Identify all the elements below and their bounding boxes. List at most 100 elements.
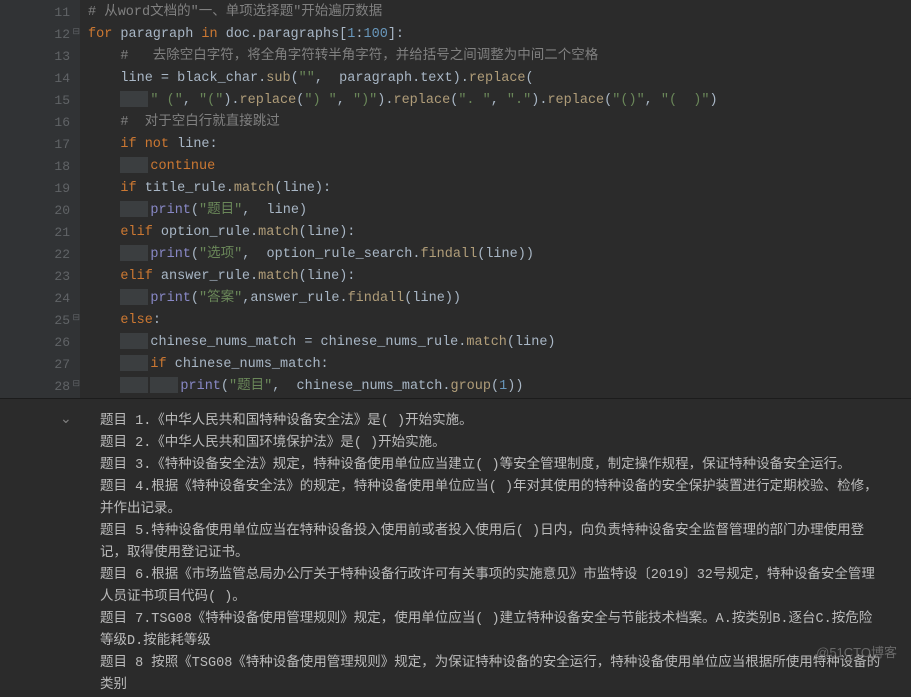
token-string: ")" — [353, 93, 377, 108]
token-paren: , — [491, 93, 507, 108]
token-paren: ( — [299, 269, 307, 284]
token-paren: ( — [191, 247, 199, 262]
token-func: match — [234, 181, 275, 196]
code-line[interactable]: " (", "(").replace(") ", ")").replace(".… — [88, 90, 903, 112]
token-func: match — [466, 335, 507, 350]
token-ident: chinese_nums_match — [150, 335, 304, 350]
code-line[interactable]: for paragraph in doc.paragraphs[1:100]: — [88, 24, 903, 46]
token-func: match — [258, 269, 299, 284]
token-paren: , — [183, 93, 199, 108]
token-ident: line — [307, 269, 339, 284]
token-paren: ( — [299, 225, 307, 240]
code-line[interactable]: # 去除空白字符，将全角字符转半角字符，并给括号之间调整为中间二个空格 — [88, 46, 903, 68]
code-line[interactable]: # 对于空白行就直接跳过 — [88, 112, 903, 134]
token-paren: )) — [507, 379, 523, 394]
token-keyword: if — [150, 357, 174, 372]
token-ident: option_rule — [161, 225, 250, 240]
token-paren: )) — [518, 247, 534, 262]
line-number: 17 — [18, 134, 70, 156]
token-paren: . — [250, 225, 258, 240]
code-line[interactable]: print("题目", line) — [88, 200, 903, 222]
token-ident: chinese_nums_rule — [321, 335, 459, 350]
token-func: findall — [348, 291, 405, 306]
token-paren: ) — [547, 335, 555, 350]
code-line[interactable]: elif option_rule.match(line): — [88, 222, 903, 244]
token-ident: line — [485, 247, 517, 262]
code-line[interactable]: print("题目", chinese_nums_match.group(1)) — [88, 376, 903, 398]
token-ident: title_rule — [145, 181, 226, 196]
token-ident: line — [412, 291, 444, 306]
token-paren: , — [337, 93, 353, 108]
token-keyword: if — [120, 181, 144, 196]
code-line[interactable]: elif answer_rule.match(line): — [88, 266, 903, 288]
token-paren: : — [355, 27, 363, 42]
token-paren: . — [412, 71, 420, 86]
line-number: 20 — [18, 200, 70, 222]
line-number: 12⊟ — [18, 24, 70, 46]
token-ident: paragraph — [331, 71, 412, 86]
token-ident: doc — [226, 27, 250, 42]
code-line[interactable]: print("选项", option_rule_search.findall(l… — [88, 244, 903, 266]
code-line[interactable]: if title_rule.match(line): — [88, 178, 903, 200]
line-number: 14 — [18, 68, 70, 90]
watermark-label: @51CTO博客 — [816, 642, 897, 661]
token-paren: )) — [445, 291, 461, 306]
token-keyword: continue — [150, 159, 215, 174]
console-line: 题目 4.根据《特种设备安全法》的规定，特种设备使用单位应当( )年对其使用的特… — [100, 477, 881, 521]
code-line[interactable]: chinese_nums_match = chinese_nums_rule.m… — [88, 332, 903, 354]
console-line: 题目 5.特种设备使用单位应当在特种设备投入使用前或者投入使用后( )日内，向负… — [100, 521, 881, 565]
token-keyword: in — [201, 27, 225, 42]
token-ident: black_char — [177, 71, 258, 86]
code-editor[interactable]: 1112⊟13141516171819202122232425⊟262728⊟ … — [0, 0, 911, 398]
code-line[interactable]: else: — [88, 310, 903, 332]
token-ident: line — [282, 181, 314, 196]
line-number: 26 — [18, 332, 70, 354]
token-keyword: for — [88, 27, 120, 42]
token-paren: ( — [507, 335, 515, 350]
indent-guide — [120, 157, 148, 173]
token-ident: line — [120, 71, 161, 86]
token-num: 1 — [499, 379, 507, 394]
token-paren: , — [242, 203, 258, 218]
token-comment: # 去除空白字符，将全角字符转半角字符，并给括号之间调整为中间二个空格 — [120, 49, 598, 64]
token-paren: ). — [453, 71, 469, 86]
token-num: 100 — [364, 27, 388, 42]
code-line[interactable]: line = black_char.sub("", paragraph.text… — [88, 68, 903, 90]
code-area[interactable]: # 从word文档的"一、单项选择题"开始遍历数据for paragraph i… — [80, 0, 911, 398]
line-number: 24 — [18, 288, 70, 310]
token-string: "题目" — [229, 379, 272, 394]
line-number: 28⊟ — [18, 376, 70, 398]
indent-guide — [120, 355, 148, 371]
output-console[interactable]: ⌄ 题目 1.《中华人民共和国特种设备安全法》是( )开始实施。题目 2.《中华… — [0, 398, 911, 673]
token-keyword: elif — [120, 269, 161, 284]
token-string: "(" — [199, 93, 223, 108]
fold-close-icon[interactable]: ⊟ — [71, 380, 80, 389]
token-comment: # 对于空白行就直接跳过 — [120, 115, 279, 130]
token-builtin: print — [150, 247, 191, 262]
indent-guide — [120, 333, 148, 349]
token-ident: chinese_nums_match — [175, 357, 321, 372]
line-number: 22 — [18, 244, 70, 266]
token-paren: ( — [221, 379, 229, 394]
token-paren: ). — [223, 93, 239, 108]
indent-guide — [150, 377, 178, 393]
token-paren: ). — [377, 93, 393, 108]
line-number: 15 — [18, 90, 70, 112]
fold-open-icon[interactable]: ⊟ — [71, 28, 80, 37]
code-line[interactable]: continue — [88, 156, 903, 178]
chevron-down-icon[interactable]: ⌄ — [60, 409, 72, 431]
line-number: 18 — [18, 156, 70, 178]
token-paren: ) — [299, 203, 307, 218]
code-line[interactable]: if chinese_nums_match: — [88, 354, 903, 376]
line-number: 13 — [18, 46, 70, 68]
code-line[interactable]: print("答案",answer_rule.findall(line)) — [88, 288, 903, 310]
fold-open-icon[interactable]: ⊟ — [71, 314, 80, 323]
token-paren: ): — [315, 181, 331, 196]
console-line: 题目 6.根据《市场监管总局办公厅关于特种设备行政许可有关事项的实施意见》市监特… — [100, 565, 881, 609]
code-line[interactable]: # 从word文档的"一、单项选择题"开始遍历数据 — [88, 2, 903, 24]
token-paren: ( — [526, 71, 534, 86]
token-ident: line — [258, 203, 299, 218]
token-func: findall — [420, 247, 477, 262]
token-builtin: print — [150, 291, 191, 306]
code-line[interactable]: if not line: — [88, 134, 903, 156]
